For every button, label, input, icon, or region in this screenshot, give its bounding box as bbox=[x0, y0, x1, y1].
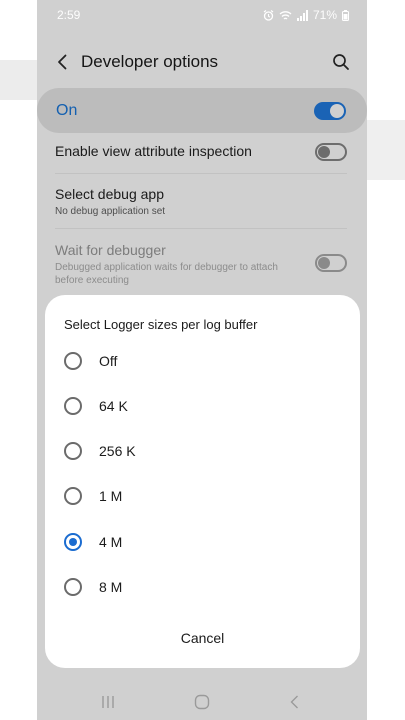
option-4m[interactable]: 4 M bbox=[45, 522, 360, 562]
recent-apps-icon[interactable] bbox=[100, 694, 116, 710]
app-bar: Developer options bbox=[37, 40, 367, 84]
status-icons: 71% bbox=[263, 8, 349, 22]
cancel-button[interactable]: Cancel bbox=[45, 623, 360, 653]
setting-title: Select debug app bbox=[55, 186, 164, 202]
setting-row-view-attribute[interactable]: Enable view attribute inspection bbox=[37, 139, 367, 173]
radio-button[interactable] bbox=[64, 578, 82, 596]
option-label: 256 K bbox=[99, 443, 136, 459]
setting-subtitle-line1: Debugged application waits for debugger … bbox=[55, 262, 278, 273]
master-switch-row[interactable]: On bbox=[37, 88, 367, 133]
navigation-bar bbox=[37, 682, 367, 720]
radio-button[interactable] bbox=[64, 352, 82, 370]
option-label: Off bbox=[99, 353, 118, 369]
page-title: Developer options bbox=[81, 52, 219, 71]
master-toggle[interactable] bbox=[314, 101, 346, 120]
dialog-title: Select Logger sizes per log buffer bbox=[64, 317, 258, 332]
back-arrow-icon[interactable] bbox=[53, 52, 73, 72]
phone-screen: 2:59 71% Developer options On Enable vie… bbox=[37, 0, 367, 720]
wifi-icon bbox=[279, 10, 292, 20]
background-right bbox=[367, 0, 405, 720]
radio-button-selected[interactable] bbox=[64, 533, 82, 551]
toggle-knob bbox=[318, 146, 330, 158]
status-time: 2:59 bbox=[57, 8, 81, 22]
setting-subtitle-line2: before executing bbox=[55, 275, 129, 286]
view-attribute-toggle[interactable] bbox=[315, 143, 347, 161]
background-left bbox=[0, 0, 37, 720]
option-off[interactable]: Off bbox=[45, 341, 360, 381]
alarm-icon bbox=[263, 9, 274, 21]
master-switch-label: On bbox=[56, 101, 78, 119]
home-icon[interactable] bbox=[194, 694, 210, 710]
setting-title: Wait for debugger bbox=[55, 242, 166, 258]
option-label: 4 M bbox=[99, 534, 123, 550]
signal-icon bbox=[296, 9, 308, 21]
option-64k[interactable]: 64 K bbox=[45, 386, 360, 426]
setting-title: Enable view attribute inspection bbox=[55, 143, 252, 159]
wait-for-debugger-toggle bbox=[315, 254, 347, 272]
option-256k[interactable]: 256 K bbox=[45, 431, 360, 471]
toggle-knob bbox=[330, 103, 344, 118]
option-label: 64 K bbox=[99, 398, 128, 414]
search-icon[interactable] bbox=[331, 52, 351, 72]
radio-button[interactable] bbox=[64, 487, 82, 505]
toggle-knob bbox=[318, 257, 330, 269]
setting-row-wait-for-debugger: Wait for debugger Debugged application w… bbox=[37, 229, 367, 293]
status-bar: 2:59 71% bbox=[37, 0, 367, 30]
radio-button[interactable] bbox=[64, 397, 82, 415]
option-1m[interactable]: 1 M bbox=[45, 476, 360, 516]
option-label: 8 M bbox=[99, 579, 123, 595]
setting-row-select-debug-app[interactable]: Select debug app No debug application se… bbox=[37, 174, 367, 228]
radio-button[interactable] bbox=[64, 442, 82, 460]
battery-icon bbox=[342, 9, 349, 21]
back-icon[interactable] bbox=[287, 694, 303, 710]
battery-percent: 71% bbox=[312, 8, 337, 22]
option-label: 1 M bbox=[99, 488, 123, 504]
setting-subtitle: No debug application set bbox=[55, 206, 166, 217]
option-8m[interactable]: 8 M bbox=[45, 567, 360, 607]
logger-size-dialog: Select Logger sizes per log buffer Off 6… bbox=[45, 295, 360, 668]
